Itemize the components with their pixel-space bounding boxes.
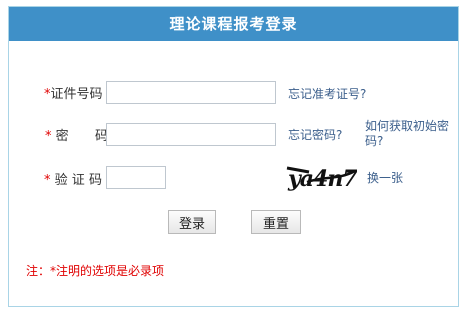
id-number-label-text: 证件号码 [50, 87, 103, 102]
captcha-label: * 验 证 码 [44, 169, 102, 188]
id-number-input[interactable] [106, 81, 276, 104]
captcha-label-char-1: 验 [54, 173, 68, 188]
forgot-ticket-number-link[interactable]: 忘记准考证号? [288, 85, 366, 102]
password-label: * 密 码 [45, 125, 108, 144]
captcha-image: ya4n7 [286, 166, 357, 192]
required-mark: * [45, 129, 52, 144]
forgot-password-link[interactable]: 忘记密码? [288, 126, 342, 143]
reset-button[interactable]: 重置 [251, 210, 301, 234]
captcha-label-char-2: 证 [71, 173, 85, 188]
login-panel: 理论课程报考登录 *证件号码 忘记准考证号? * 密 码 忘记密码? 如何获取初… [8, 6, 459, 307]
password-input[interactable] [106, 123, 276, 146]
required-fields-note: 注：*注明的选项是必录项 [26, 264, 165, 278]
how-to-get-initial-password-link[interactable]: 如何获取初始密码? [365, 119, 455, 149]
required-mark: * [44, 173, 51, 188]
captcha-label-char-3: 码 [88, 173, 102, 188]
captcha-input[interactable] [106, 166, 166, 189]
page-title: 理论课程报考登录 [9, 7, 458, 41]
refresh-captcha-link[interactable]: 换一张 [367, 169, 403, 186]
login-button[interactable]: 登录 [168, 210, 216, 234]
password-label-char-1: 密 [55, 129, 69, 144]
id-number-label: *证件号码 [44, 83, 103, 102]
